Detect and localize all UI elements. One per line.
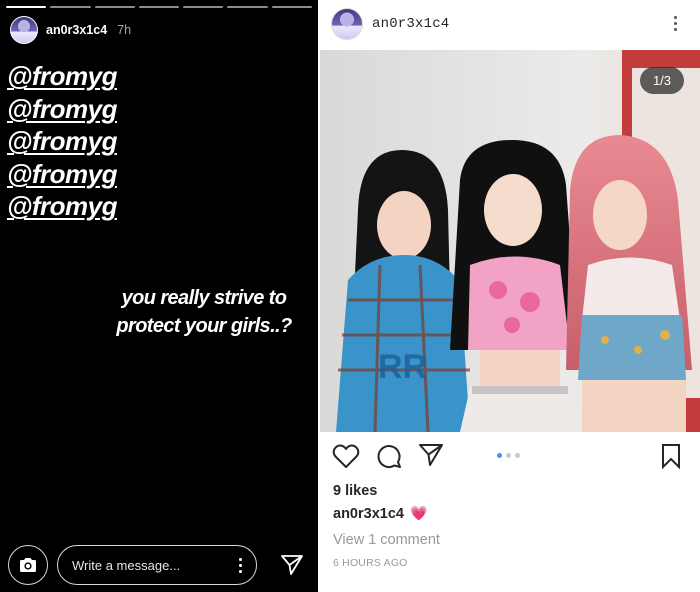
bookmark-icon	[662, 444, 680, 469]
post-photo-illustration: RR	[320, 50, 700, 432]
carousel-dot	[506, 453, 511, 458]
story-timestamp: 7h	[117, 23, 132, 37]
story-caption-text: you really strive to protect your girls.…	[116, 287, 292, 337]
share-button[interactable]	[418, 443, 444, 467]
caption-emoji: 💗	[409, 505, 428, 521]
like-count[interactable]: 9 likes	[333, 483, 377, 499]
more-vertical-icon[interactable]	[239, 557, 242, 573]
heart-icon	[332, 444, 360, 468]
story-mentions: @fromyg @fromyg @fromyg @fromyg @fromyg	[7, 60, 117, 223]
story-progress-segment	[94, 6, 135, 8]
feed-post: an0r3x1c4 RR 1/3 9 likes an0r3x1c4 💗 Vie…	[320, 0, 700, 592]
mention-link[interactable]: @fromyg	[7, 60, 117, 93]
message-placeholder: Write a message...	[72, 557, 181, 573]
story-progress-segment	[50, 6, 91, 8]
mention-link[interactable]: @fromyg	[7, 190, 117, 223]
post-image[interactable]: RR 1/3	[320, 50, 700, 432]
carousel-counter: 1/3	[640, 67, 684, 94]
story-footer: Write a message...	[8, 544, 310, 586]
caption-username[interactable]: an0r3x1c4	[333, 506, 404, 522]
more-vertical-icon[interactable]	[674, 16, 677, 31]
story-progress-segment	[138, 6, 180, 8]
post-timestamp: 6 HOURS AGO	[333, 557, 408, 569]
send-icon	[419, 444, 443, 466]
story-progress-bar	[6, 6, 312, 8]
mention-link[interactable]: @fromyg	[7, 125, 117, 158]
save-button[interactable]	[660, 443, 682, 469]
send-button[interactable]	[280, 554, 304, 576]
post-username[interactable]: an0r3x1c4	[372, 16, 449, 32]
story-viewer: an0r3x1c4 7h @fromyg @fromyg @fromyg @fr…	[0, 0, 318, 592]
camera-button[interactable]	[8, 545, 48, 585]
story-progress-segment	[6, 6, 47, 8]
post-actions	[320, 440, 700, 474]
post-caption: an0r3x1c4 💗	[333, 505, 427, 522]
story-progress-segment	[227, 6, 268, 8]
message-input[interactable]: Write a message...	[57, 545, 257, 585]
avatar[interactable]	[331, 7, 363, 40]
carousel-dot	[497, 453, 502, 458]
post-header: an0r3x1c4	[320, 0, 700, 47]
svg-text:RR: RR	[378, 348, 427, 386]
comment-button[interactable]	[376, 443, 402, 469]
mention-link[interactable]: @fromyg	[7, 93, 117, 126]
story-progress-segment	[183, 6, 224, 8]
mention-link[interactable]: @fromyg	[7, 158, 117, 191]
story-progress-segment	[271, 6, 312, 8]
camera-icon	[20, 558, 36, 572]
avatar[interactable]	[10, 16, 38, 44]
carousel-indicator	[497, 453, 520, 458]
carousel-dot	[515, 453, 520, 458]
story-header: an0r3x1c4 7h	[10, 16, 131, 44]
send-icon	[281, 555, 303, 575]
view-comments-link[interactable]: View 1 comment	[333, 532, 440, 548]
like-button[interactable]	[332, 443, 360, 469]
comment-icon	[377, 445, 401, 469]
story-username[interactable]: an0r3x1c4	[46, 23, 107, 37]
